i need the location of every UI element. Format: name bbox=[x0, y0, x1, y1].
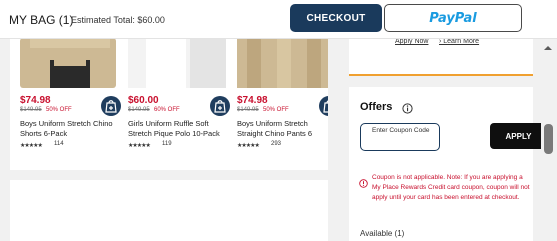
shopping-bag-plus-icon bbox=[323, 100, 328, 113]
review-count: 114 bbox=[54, 141, 64, 147]
discount-percent: 50% OFF bbox=[46, 107, 72, 113]
product-name[interactable]: Boys Uniform Stretch Straight Chino Pant… bbox=[237, 119, 328, 139]
shopping-bag-plus-icon bbox=[214, 100, 226, 113]
available-offers-label[interactable]: Available (1) bbox=[360, 229, 404, 238]
review-count: 119 bbox=[162, 141, 172, 147]
original-price: $149.95 bbox=[20, 107, 42, 113]
add-to-bag-button[interactable] bbox=[319, 96, 328, 116]
shopping-bag-plus-icon bbox=[105, 100, 117, 113]
original-price: $149.95 bbox=[128, 107, 150, 113]
sale-price: $60.00 bbox=[128, 95, 159, 106]
scroll-up-arrow-icon[interactable] bbox=[544, 46, 552, 50]
checkout-button[interactable]: CHECKOUT bbox=[290, 4, 382, 32]
coupon-code-input[interactable]: Enter Coupon Code bbox=[360, 123, 440, 151]
bag-header: MY BAG (1) Estimated Total: $60.00 CHECK… bbox=[0, 0, 557, 39]
bag-title: MY BAG (1) bbox=[9, 13, 74, 27]
product-thumbnail bbox=[237, 38, 328, 90]
error-icon bbox=[359, 175, 368, 193]
coupon-error-message: Coupon is not applicable. Note: If you a… bbox=[372, 174, 530, 201]
credit-card-promo: Apply Now › Learn More bbox=[349, 38, 533, 76]
info-icon[interactable] bbox=[402, 101, 413, 119]
star-rating: ★★★★★ bbox=[237, 143, 260, 149]
coupon-placeholder: Enter Coupon Code bbox=[372, 127, 430, 134]
product-image[interactable] bbox=[20, 38, 123, 90]
star-rating: ★★★★★ bbox=[128, 143, 151, 149]
sale-price: $74.98 bbox=[20, 95, 51, 106]
review-count: 293 bbox=[271, 141, 282, 147]
scrollbar-thumb[interactable] bbox=[544, 124, 553, 154]
product-name[interactable]: Boys Uniform Stretch Chino Shorts 6-Pack bbox=[20, 119, 118, 139]
offers-panel: Offers Enter Coupon Code APPLY Coupon is… bbox=[349, 87, 547, 241]
estimated-total: Estimated Total: $60.00 bbox=[71, 15, 165, 25]
offers-title: Offers bbox=[360, 101, 393, 113]
product-thumbnail bbox=[20, 38, 123, 90]
discount-percent: 60% OFF bbox=[154, 107, 180, 113]
add-to-bag-button[interactable] bbox=[210, 96, 230, 116]
learn-more-link[interactable]: › Learn More bbox=[439, 38, 479, 45]
star-rating: ★★★★★ bbox=[20, 143, 43, 149]
product-thumbnail bbox=[128, 38, 231, 90]
product-image[interactable] bbox=[128, 38, 231, 90]
bottom-card bbox=[10, 180, 328, 241]
discount-percent: 50% OFF bbox=[263, 107, 289, 113]
apply-coupon-button[interactable]: APPLY bbox=[490, 123, 547, 149]
recommended-products: $74.98 $149.95 50% OFF Boys Uniform Stre… bbox=[10, 38, 328, 170]
sale-price: $74.98 bbox=[237, 95, 268, 106]
product-image[interactable] bbox=[237, 38, 328, 90]
original-price: $149.95 bbox=[237, 107, 259, 113]
paypal-button[interactable]: PayPal bbox=[384, 4, 522, 32]
add-to-bag-button[interactable] bbox=[101, 96, 121, 116]
apply-now-link[interactable]: Apply Now bbox=[395, 38, 428, 45]
product-name[interactable]: Girls Uniform Ruffle Soft Stretch Pique … bbox=[128, 119, 226, 139]
